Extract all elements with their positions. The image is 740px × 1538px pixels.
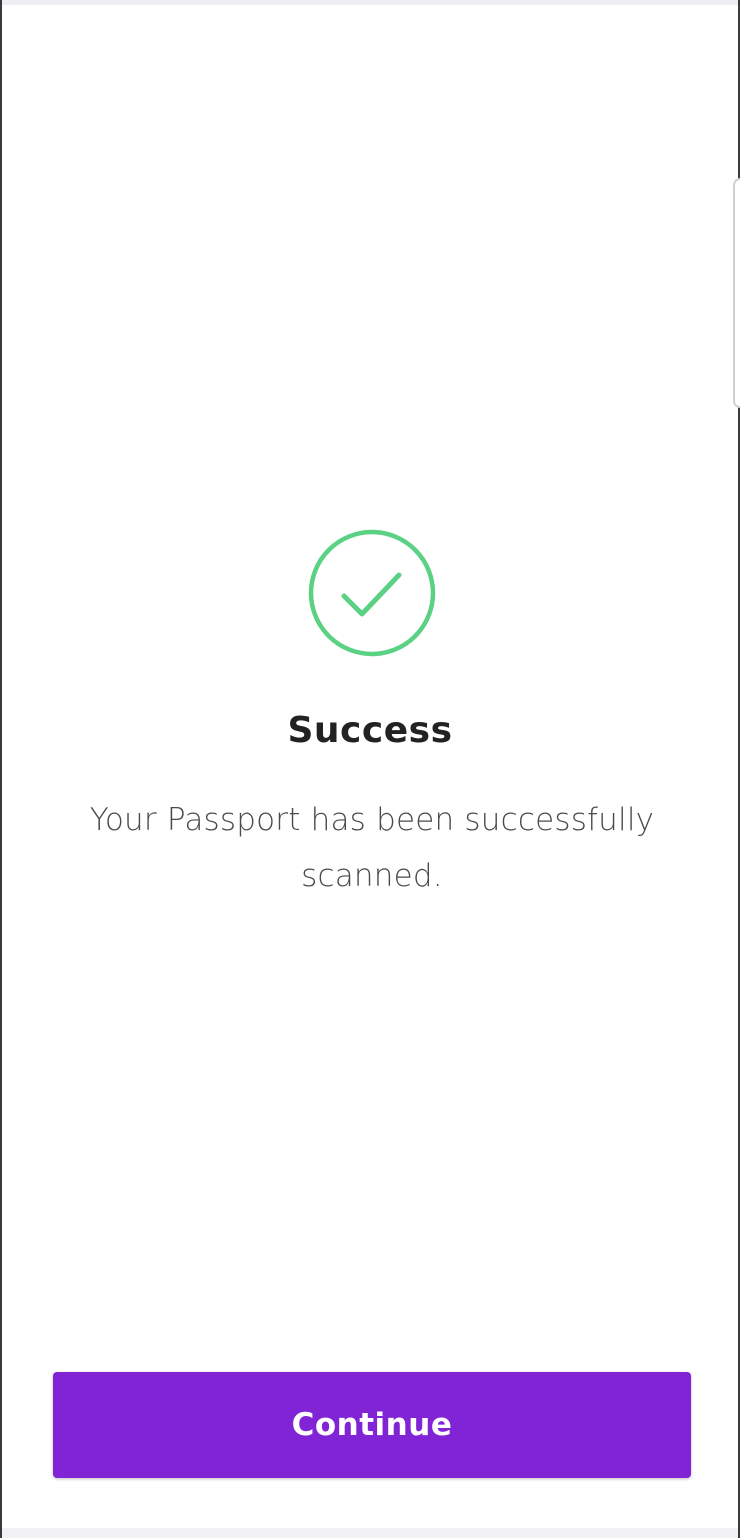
continue-button[interactable]: Continue xyxy=(53,1372,691,1478)
success-message: Your Passport has been successfully scan… xyxy=(89,802,655,894)
side-drawer-handle[interactable] xyxy=(733,178,740,408)
success-screen: Success Your Passport has been successfu… xyxy=(0,0,740,1538)
bottom-bar xyxy=(2,1528,738,1538)
check-circle-icon xyxy=(308,529,436,657)
top-bar xyxy=(2,0,738,5)
page-title: Success xyxy=(287,710,453,751)
